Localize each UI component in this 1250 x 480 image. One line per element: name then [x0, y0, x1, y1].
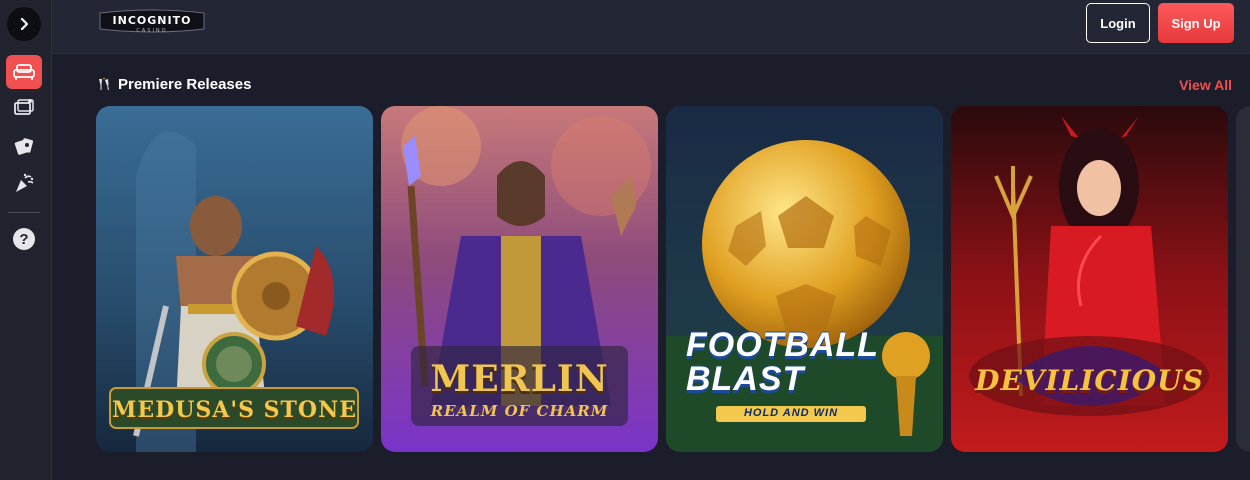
login-button[interactable]: Login: [1086, 3, 1150, 43]
sofa-icon: [13, 64, 35, 80]
game-title: MERLIN: [430, 358, 609, 400]
top-header: INCOGNITO CASINO Login Sign Up: [52, 0, 1250, 54]
game-card-football-blast[interactable]: FOOTBALL BLAST HOLD AND WIN: [666, 106, 943, 452]
game-card-medusas-stone[interactable]: MEDUSA'S STONE: [96, 106, 373, 452]
game-title: FOOTBALL BLAST: [686, 326, 879, 398]
game-card-devilicious[interactable]: DEVILICIOUS: [951, 106, 1228, 452]
sidebar-item-promotions[interactable]: [6, 166, 42, 200]
sidebar-item-help[interactable]: ?: [6, 222, 42, 256]
logo-subtext: CASINO: [136, 28, 167, 34]
sidebar-toggle-button[interactable]: [7, 7, 41, 41]
cards-icon: [14, 138, 34, 155]
view-all-link[interactable]: View All: [1179, 77, 1232, 93]
incognito-casino-logo[interactable]: INCOGNITO CASINO: [96, 9, 208, 37]
live-tv-icon: [14, 99, 34, 115]
game-thumbnail: [666, 106, 943, 452]
section-title: Premiere Releases: [118, 76, 252, 93]
chevron-right-icon: [20, 17, 29, 31]
sidebar-item-table-games[interactable]: [6, 129, 42, 163]
game-title: MEDUSA'S STONE: [112, 397, 357, 423]
sidebar-item-lobby[interactable]: [6, 55, 42, 89]
logo-text: INCOGNITO: [113, 14, 192, 27]
help-icon: ?: [13, 228, 35, 250]
sidebar: ?: [0, 0, 52, 480]
party-popper-icon: [16, 173, 34, 192]
sidebar-item-live[interactable]: [6, 91, 42, 125]
section-heading: Premiere Releases: [96, 76, 251, 93]
svg-text:?: ?: [19, 231, 28, 248]
game-thumbnail: [951, 106, 1228, 452]
next-game-card-peek[interactable]: [1236, 106, 1250, 452]
game-subtitle: HOLD AND WIN: [743, 407, 839, 419]
sidebar-divider: [8, 212, 40, 213]
game-card-merlin[interactable]: MERLIN REALM OF CHARM: [381, 106, 658, 452]
game-subtitle: REALM OF CHARM: [430, 402, 609, 420]
signup-button[interactable]: Sign Up: [1158, 3, 1234, 43]
champagne-glasses-icon: [99, 77, 109, 90]
game-title: DEVILICIOUS: [975, 364, 1204, 397]
game-thumbnail: [381, 106, 658, 452]
